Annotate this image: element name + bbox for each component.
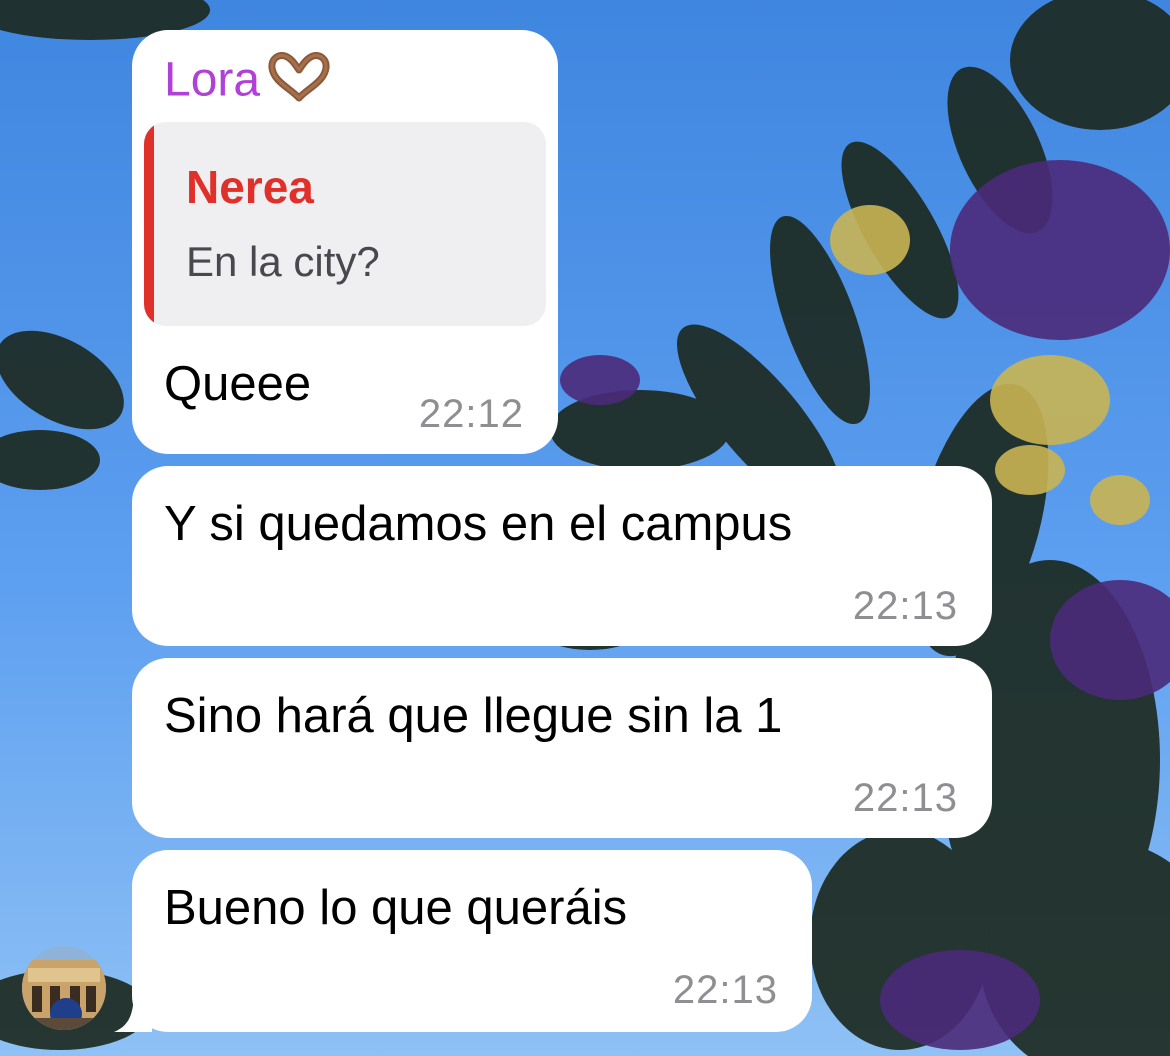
sender-name[interactable]: Lora [164,52,330,114]
message-bubble-last[interactable]: Bueno lo que queráis 22:13 [132,850,812,1032]
message-text: Bueno lo que queráis [164,881,628,935]
reply-text: En la city? [186,238,380,285]
message-time: 22:12 [418,392,524,436]
bubble-tail [114,990,152,1032]
message-time: 22:13 [852,584,958,628]
message-bubble-reply[interactable]: Lora Nerea En la city? Queee 22:12 [132,30,558,454]
sender-name-label: Lora [164,53,261,107]
sender-avatar[interactable] [22,946,106,1030]
quoted-reply[interactable]: Nerea En la city? [144,122,546,326]
reply-author: Nerea [186,161,314,213]
message-bubble[interactable]: Sino hará que llegue sin la 1 22:13 [132,658,992,838]
message-text: Y si quedamos en el campus [164,497,793,551]
reply-accent-bar [144,122,154,326]
heart-hands-emoji-icon [268,52,330,114]
message-time: 22:13 [852,776,958,820]
message-time: 22:13 [672,968,778,1012]
message-text: Sino hará que llegue sin la 1 [164,689,783,743]
message-bubble[interactable]: Y si quedamos en el campus 22:13 [132,466,992,646]
message-text: Queee [164,357,312,411]
